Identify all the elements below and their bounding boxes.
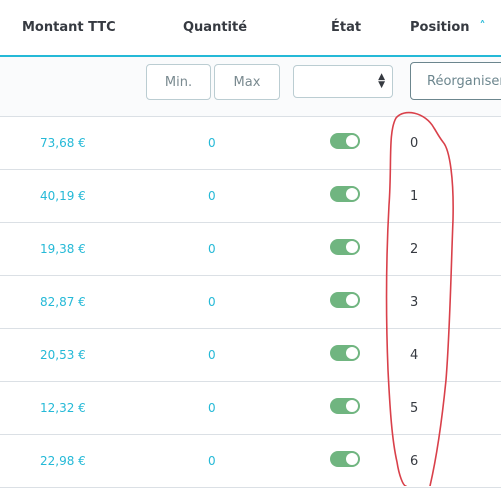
quantity-cell[interactable]: 0 bbox=[208, 189, 216, 203]
toggle-on-icon[interactable] bbox=[330, 451, 360, 467]
toggle-on-icon[interactable] bbox=[330, 239, 360, 255]
column-header-amount[interactable]: Montant TTC bbox=[22, 20, 116, 35]
toggle-on-icon[interactable] bbox=[330, 292, 360, 308]
amount-max-input[interactable] bbox=[214, 64, 280, 100]
position-cell[interactable]: 6 bbox=[410, 454, 418, 469]
toggle-knob bbox=[346, 400, 358, 412]
column-header-quantity[interactable]: Quantité bbox=[183, 20, 247, 35]
column-header-position-label: Position bbox=[410, 20, 470, 35]
table-row[interactable]: 73,68 € 0 0 bbox=[0, 117, 501, 170]
table-row[interactable]: 19,38 € 0 2 bbox=[0, 223, 501, 276]
amount-cell[interactable]: 20,53 € bbox=[40, 348, 86, 362]
toggle-knob bbox=[346, 294, 358, 306]
toggle-knob bbox=[346, 241, 358, 253]
filter-row: ▲▼ Réorganiser bbox=[0, 57, 501, 117]
column-header-state[interactable]: État bbox=[331, 20, 361, 35]
toggle-on-icon[interactable] bbox=[330, 398, 360, 414]
toggle-on-icon[interactable] bbox=[330, 186, 360, 202]
amount-cell[interactable]: 19,38 € bbox=[40, 242, 86, 256]
table-row[interactable]: 20,53 € 0 4 bbox=[0, 329, 501, 382]
sort-ascending-icon[interactable]: ˄ bbox=[480, 19, 486, 33]
toggle-on-icon[interactable] bbox=[330, 133, 360, 149]
column-header-position[interactable]: Position ˄ bbox=[410, 19, 486, 35]
position-cell[interactable]: 1 bbox=[410, 189, 418, 204]
state-filter-select[interactable]: ▲ ▼ bbox=[293, 65, 393, 98]
position-cell[interactable]: 4 bbox=[410, 348, 418, 363]
select-caret-icon: ▲ ▼ bbox=[378, 72, 385, 90]
table-row[interactable]: 22,98 € 0 6 bbox=[0, 435, 501, 488]
position-cell[interactable]: 2 bbox=[410, 242, 418, 257]
table-row[interactable]: 82,87 € 0 3 bbox=[0, 276, 501, 329]
amount-cell[interactable]: 82,87 € bbox=[40, 295, 86, 309]
toggle-knob bbox=[346, 188, 358, 200]
toggle-knob bbox=[346, 347, 358, 359]
quantity-cell[interactable]: 0 bbox=[208, 401, 216, 415]
table-row[interactable]: 40,19 € 0 1 bbox=[0, 170, 501, 223]
table-header: Montant TTC Quantité État Position ˄ bbox=[0, 0, 501, 57]
position-cell[interactable]: 0 bbox=[410, 136, 418, 151]
quantity-cell[interactable]: 0 bbox=[208, 454, 216, 468]
toggle-on-icon[interactable] bbox=[330, 345, 360, 361]
position-cell[interactable]: 5 bbox=[410, 401, 418, 416]
toggle-knob bbox=[346, 135, 358, 147]
amount-cell[interactable]: 73,68 € bbox=[40, 136, 86, 150]
amount-cell[interactable]: 40,19 € bbox=[40, 189, 86, 203]
position-cell[interactable]: 3 bbox=[410, 295, 418, 310]
amount-cell[interactable]: 22,98 € bbox=[40, 454, 86, 468]
table-row[interactable]: 12,32 € 0 5 bbox=[0, 382, 501, 435]
quantity-cell[interactable]: 0 bbox=[208, 136, 216, 150]
amount-cell[interactable]: 12,32 € bbox=[40, 401, 86, 415]
amount-min-input[interactable] bbox=[146, 64, 211, 100]
quantity-cell[interactable]: 0 bbox=[208, 348, 216, 362]
reorder-button[interactable]: Réorganiser bbox=[410, 62, 501, 100]
quantity-cell[interactable]: 0 bbox=[208, 242, 216, 256]
quantity-cell[interactable]: 0 bbox=[208, 295, 216, 309]
toggle-knob bbox=[346, 453, 358, 465]
